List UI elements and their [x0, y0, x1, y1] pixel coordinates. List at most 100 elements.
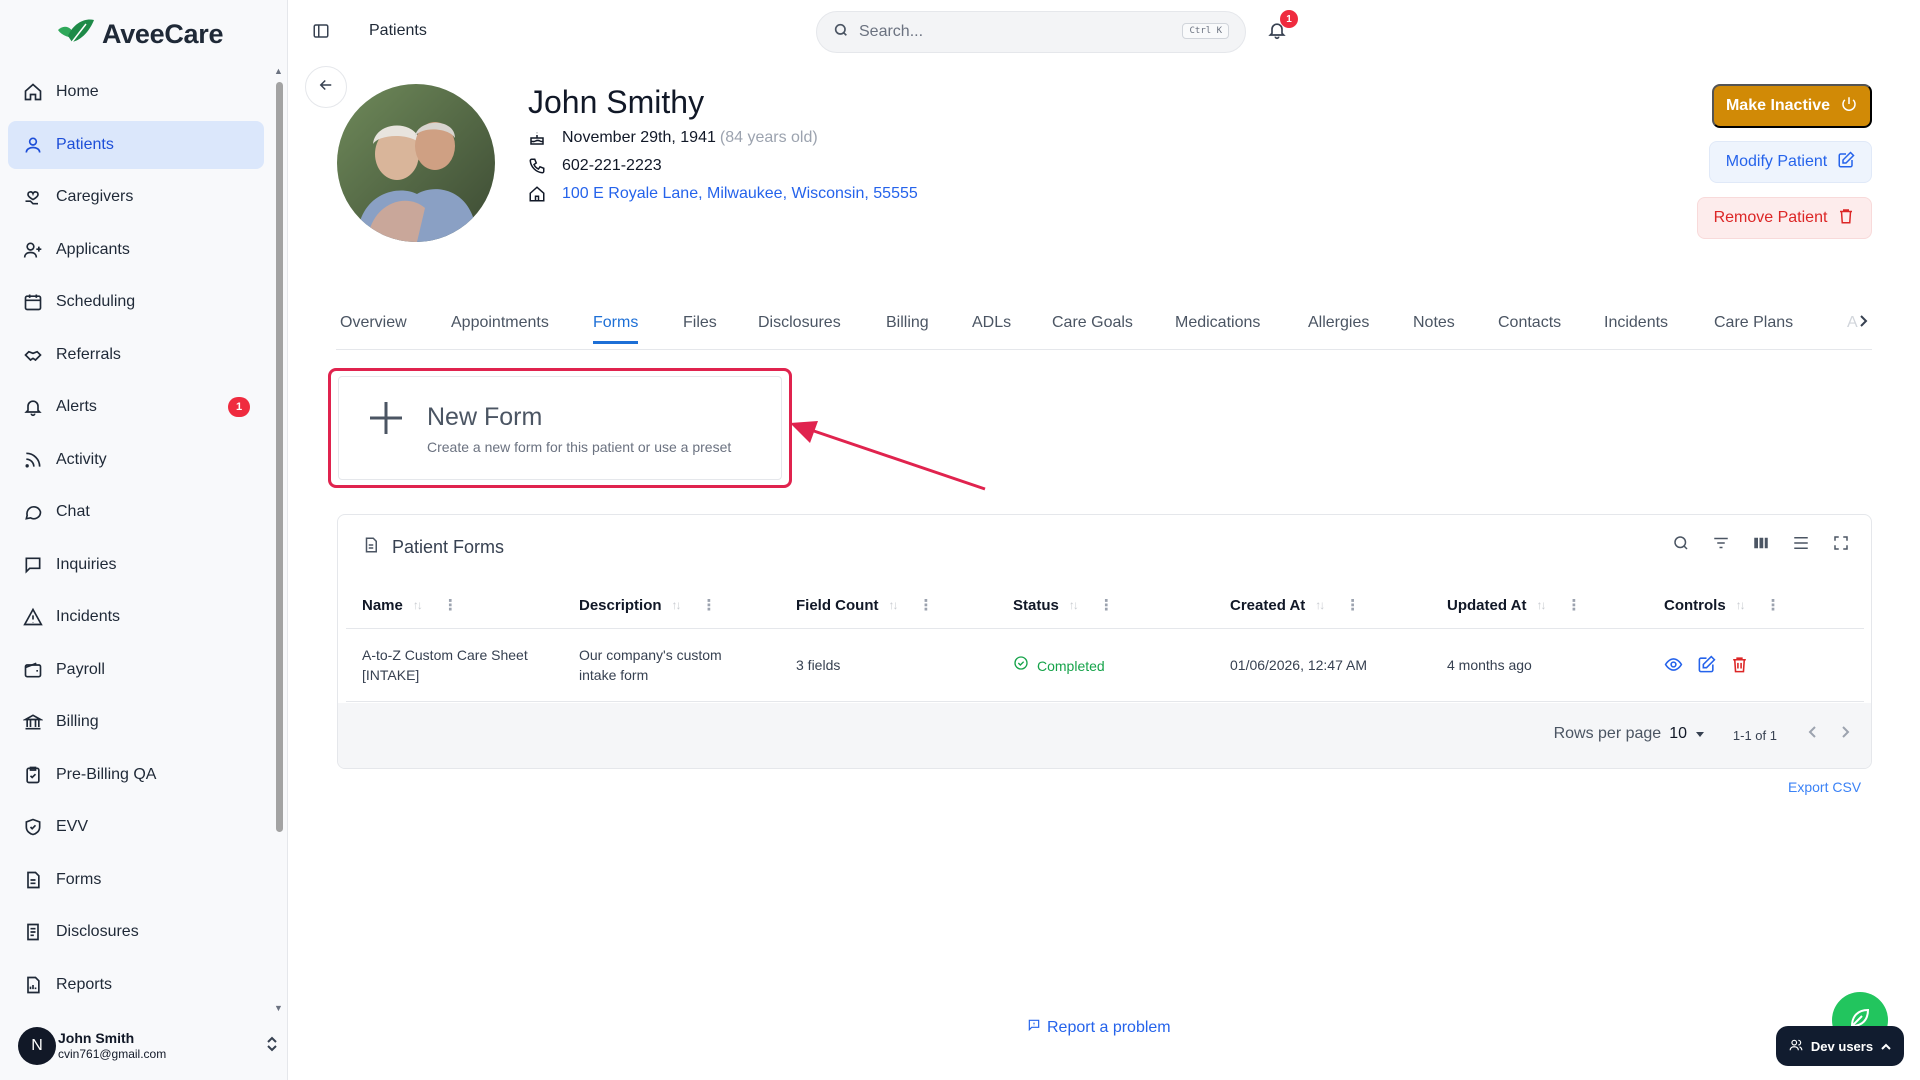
sidebar-item-inquiries[interactable]: Inquiries [8, 541, 264, 589]
search-bar[interactable]: Ctrl K [816, 11, 1246, 53]
sort-icon[interactable]: ↑↓ [1315, 598, 1325, 612]
sidebar-item-evv[interactable]: EVV [8, 803, 264, 851]
new-form-card[interactable]: New Form Create a new form for this pati… [338, 376, 782, 480]
tab-files[interactable]: Files [683, 314, 717, 344]
phone-icon [528, 157, 546, 175]
tab-disclosures[interactable]: Disclosures [758, 314, 841, 344]
table-row[interactable]: A-to-Z Custom Care Sheet [INTAKE] Our co… [346, 629, 1864, 702]
sidebar-item-reports[interactable]: Reports [8, 961, 264, 1009]
patient-dob-value: November 29th, 1941 [562, 129, 716, 146]
dev-users-label: Dev users [1810, 1038, 1874, 1054]
fullscreen-icon[interactable] [1831, 533, 1851, 553]
column-menu-icon[interactable]: ⋮ [702, 596, 717, 614]
remove-patient-label: Remove Patient [1713, 209, 1828, 226]
tab-care-plans[interactable]: Care Plans [1714, 314, 1793, 344]
sidebar-item-activity[interactable]: Activity [8, 436, 264, 484]
sidebar-toggle-icon[interactable] [312, 22, 330, 45]
column-menu-icon[interactable]: ⋮ [1345, 596, 1360, 614]
chevron-right-icon[interactable] [1857, 314, 1869, 333]
sidebar-item-applicants[interactable]: Applicants [8, 226, 264, 274]
sidebar-item-billing[interactable]: Billing [8, 698, 264, 746]
scroll-up-icon[interactable]: ▲ [274, 66, 283, 76]
sidebar-scrollbar-thumb[interactable] [276, 82, 283, 832]
tab-appointments[interactable]: Appointments [451, 314, 549, 344]
column-header-name[interactable]: Name ↑↓ ⋮ [362, 596, 458, 615]
back-button[interactable] [305, 66, 347, 108]
table-toolbar [1671, 533, 1851, 553]
tab-contacts[interactable]: Contacts [1498, 314, 1561, 344]
tab-adls[interactable]: ADLs [972, 314, 1011, 344]
patient-address-link[interactable]: 100 E Royale Lane, Milwaukee, Wisconsin,… [562, 185, 918, 203]
sidebar-item-referrals[interactable]: Referrals [8, 331, 264, 379]
sidebar-item-disclosures[interactable]: Disclosures [8, 908, 264, 956]
sidebar-item-caregivers[interactable]: Caregivers [8, 173, 264, 221]
clipboard-check-icon [22, 764, 44, 786]
column-header-status[interactable]: Status ↑↓ ⋮ [1013, 596, 1114, 615]
report-problem-link[interactable]: Report a problem [1027, 1018, 1171, 1037]
sidebar-item-scheduling[interactable]: Scheduling [8, 278, 264, 326]
export-csv-link[interactable]: Export CSV [1788, 779, 1861, 795]
column-menu-icon[interactable]: ⋮ [1099, 596, 1114, 614]
search-input[interactable] [859, 23, 1159, 41]
tab-incidents[interactable]: Incidents [1604, 314, 1668, 344]
scroll-down-icon[interactable]: ▼ [274, 1003, 283, 1013]
column-header-created-at[interactable]: Created At ↑↓ ⋮ [1230, 596, 1360, 615]
column-header-description[interactable]: Description ↑↓ ⋮ [579, 596, 717, 615]
column-header-controls[interactable]: Controls ↑↓ ⋮ [1664, 596, 1781, 615]
column-header-field-count[interactable]: Field Count ↑↓ ⋮ [796, 596, 934, 615]
view-eye-icon[interactable] [1664, 655, 1683, 679]
tab-forms[interactable]: Forms [593, 314, 639, 344]
users-icon [1789, 1038, 1803, 1055]
cell-name: A-to-Z Custom Care Sheet [INTAKE] [362, 645, 528, 685]
remove-patient-button[interactable]: Remove Patient [1697, 197, 1872, 239]
sort-icon[interactable]: ↑↓ [413, 598, 423, 612]
tab-notes[interactable]: Notes [1413, 314, 1455, 344]
sidebar-item-forms[interactable]: Forms [8, 856, 264, 904]
column-menu-icon[interactable]: ⋮ [1766, 596, 1781, 614]
caret-down-icon[interactable] [1695, 725, 1705, 743]
breadcrumb: Patients [369, 22, 427, 39]
sidebar-item-label: Referrals [56, 345, 121, 363]
sidebar-item-chat[interactable]: Chat [8, 488, 264, 536]
rows-per-page-select[interactable]: 10 [1669, 725, 1687, 743]
tab-care-goals[interactable]: Care Goals [1052, 314, 1133, 344]
sidebar-item-incidents[interactable]: Incidents [8, 593, 264, 641]
sort-icon[interactable]: ↑↓ [1069, 598, 1079, 612]
cell-created-at: 01/06/2026, 12:47 AM [1230, 657, 1367, 673]
sort-icon[interactable]: ↑↓ [1536, 598, 1546, 612]
tab-billing[interactable]: Billing [886, 314, 929, 344]
sidebar-item-home[interactable]: Home [8, 68, 264, 116]
sort-icon[interactable]: ↑↓ [889, 598, 899, 612]
search-icon[interactable] [1671, 533, 1691, 553]
trash-icon[interactable] [1730, 655, 1749, 679]
sort-icon[interactable]: ↑↓ [1736, 598, 1746, 612]
user-icon [22, 134, 44, 156]
tab-allergies[interactable]: Allergies [1308, 314, 1369, 344]
dev-users-button[interactable]: Dev users [1776, 1026, 1904, 1066]
user-menu[interactable]: N John Smith cvin761@gmail.com [18, 1024, 278, 1068]
edit-icon[interactable] [1697, 655, 1716, 679]
sidebar-item-pre-billing-qa[interactable]: Pre-Billing QA [8, 751, 264, 799]
sort-icon[interactable]: ↑↓ [672, 598, 682, 612]
sidebar-item-patients[interactable]: Patients [8, 120, 264, 169]
sidebar-item-label: Activity [56, 450, 107, 468]
patient-address: 100 E Royale Lane, Milwaukee, Wisconsin,… [528, 185, 918, 203]
column-menu-icon[interactable]: ⋮ [443, 596, 458, 614]
column-menu-icon[interactable]: ⋮ [1566, 596, 1581, 614]
chevron-right-icon[interactable] [1841, 725, 1851, 744]
modify-patient-button[interactable]: Modify Patient [1709, 141, 1872, 183]
tab-overview[interactable]: Overview [340, 314, 407, 344]
filter-icon[interactable] [1711, 533, 1731, 553]
sidebar-item-payroll[interactable]: Payroll [8, 646, 264, 694]
column-menu-icon[interactable]: ⋮ [919, 596, 934, 614]
columns-icon[interactable] [1751, 533, 1771, 553]
make-inactive-button[interactable]: Make Inactive [1712, 84, 1872, 128]
brand-name: AveeCare [102, 18, 224, 49]
density-icon[interactable] [1791, 533, 1811, 553]
brand-logo[interactable]: AveeCare [56, 14, 223, 54]
top-header: Patients Ctrl K 1 [288, 0, 1920, 64]
sidebar-item-alerts[interactable]: Alerts 1 [8, 383, 264, 431]
column-header-updated-at[interactable]: Updated At ↑↓ ⋮ [1447, 596, 1581, 615]
chevron-left-icon[interactable] [1807, 725, 1817, 744]
tab-medications[interactable]: Medications [1175, 314, 1260, 344]
